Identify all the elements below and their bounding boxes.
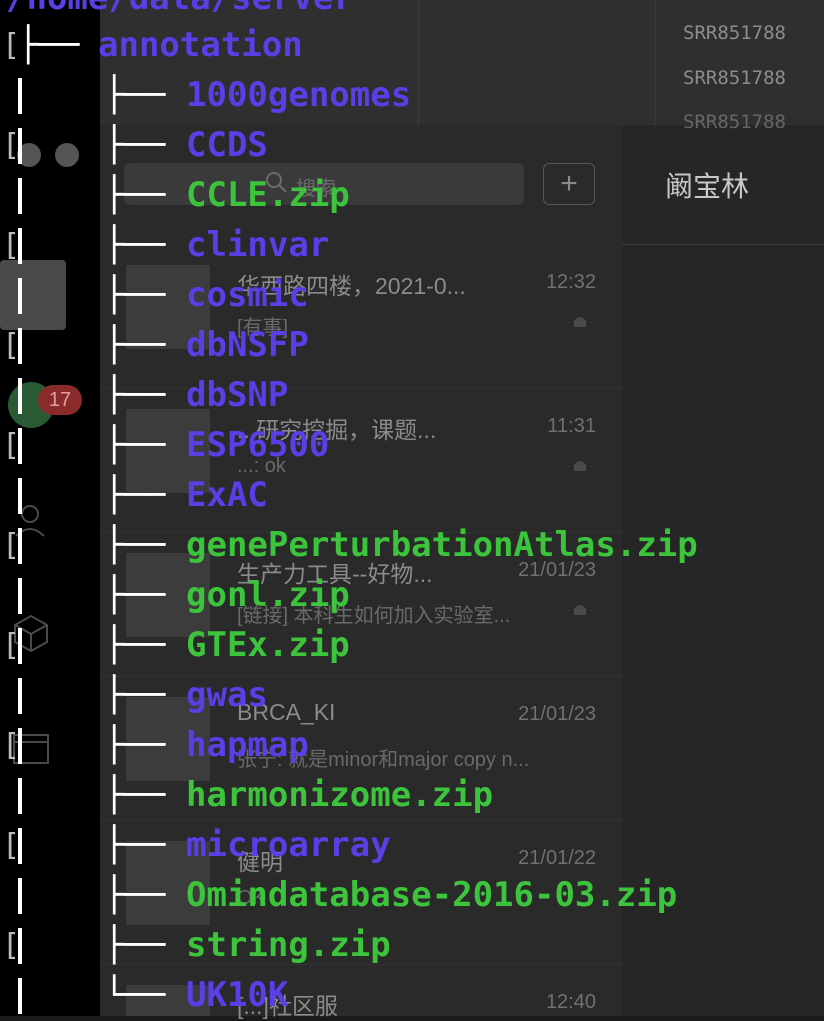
tree-vertical-line bbox=[18, 578, 22, 614]
tree-branch: ├── bbox=[104, 725, 166, 765]
tree-branch: ├── bbox=[104, 375, 166, 415]
tree-branch: ├── bbox=[104, 825, 166, 865]
tree-vertical-line bbox=[18, 278, 22, 314]
tree-dir-entry: cosmic bbox=[186, 275, 309, 315]
tree-branch: ├── bbox=[104, 525, 166, 565]
tree-entry-row: [├── CCDS bbox=[0, 120, 824, 170]
tree-dir-entry: CCDS bbox=[186, 125, 268, 165]
tree-entry-row: ├── cosmic bbox=[0, 270, 824, 320]
tree-file-entry: CCLE.zip bbox=[186, 175, 350, 215]
tree-dir-entry: hapmap bbox=[186, 725, 309, 765]
tree-entry-row: [├── clinvar bbox=[0, 220, 824, 270]
tree-dir-entry: clinvar bbox=[186, 225, 330, 265]
tree-dir-entry: dbSNP bbox=[186, 375, 289, 415]
tree-entry-row: [├── microarray bbox=[0, 820, 824, 870]
tree-root-path: /home/data/server bbox=[6, 0, 354, 18]
tree-vertical-line bbox=[18, 528, 22, 564]
tree-file-entry: string.zip bbox=[186, 925, 391, 965]
tree-entry-row: [├── genePerturbationAtlas.zip bbox=[0, 520, 824, 570]
tree-branch: ├── bbox=[104, 675, 166, 715]
tree-vertical-line bbox=[18, 328, 22, 364]
tree-file-entry: harmonizome.zip bbox=[186, 775, 494, 815]
tree-branch: ├── bbox=[104, 325, 166, 365]
tree-vertical-line bbox=[18, 878, 22, 914]
tree-vertical-line bbox=[18, 228, 22, 264]
tree-entry-row: ├── dbSNP bbox=[0, 370, 824, 420]
tree-file-entry: genePerturbationAtlas.zip bbox=[186, 525, 698, 565]
tree-root-name: annotation bbox=[98, 25, 303, 65]
tree-entry-row: ├── gwas bbox=[0, 670, 824, 720]
tree-entry-row: ├── ExAC bbox=[0, 470, 824, 520]
tree-entry-row: └── UK10K bbox=[0, 970, 824, 1020]
tree-vertical-line bbox=[18, 378, 22, 414]
tree-entry-row: [├── GTEx.zip bbox=[0, 620, 824, 670]
tree-branch: ├── bbox=[104, 775, 166, 815]
tree-branch: └── bbox=[104, 975, 166, 1015]
tree-dir-entry: ESP6500 bbox=[186, 425, 330, 465]
tree-dir-entry: gwas bbox=[186, 675, 268, 715]
tree-branch: ├── bbox=[104, 875, 166, 915]
tree-dir-entry: ExAC bbox=[186, 475, 268, 515]
tree-branch: ├── bbox=[104, 425, 166, 465]
tree-vertical-line bbox=[18, 478, 22, 514]
tree-file-entry: GTEx.zip bbox=[186, 625, 350, 665]
tree-dir-entry: UK10K bbox=[186, 975, 289, 1015]
tree-branch: ├── bbox=[104, 175, 166, 215]
tree-entry-row: ├── harmonizome.zip bbox=[0, 770, 824, 820]
tree-entry-row: ├── Omindatabase-2016-03.zip bbox=[0, 870, 824, 920]
tree-root-row: [ ├── annotation bbox=[0, 20, 824, 70]
tree-branch: ├── bbox=[104, 475, 166, 515]
tree-branch: ├── bbox=[104, 625, 166, 665]
tree-file-entry: Omindatabase-2016-03.zip bbox=[186, 875, 678, 915]
tree-vertical-line bbox=[18, 178, 22, 214]
tree-branch: ├── bbox=[104, 125, 166, 165]
tree-entry-row: [├── hapmap bbox=[0, 720, 824, 770]
terminal-tree-output: /home/data/server [ ├── annotation ├── 10… bbox=[0, 0, 824, 1016]
tree-vertical-line bbox=[18, 428, 22, 464]
tree-vertical-line bbox=[18, 728, 22, 764]
tree-vertical-line bbox=[18, 978, 22, 1014]
tree-vertical-line bbox=[18, 928, 22, 964]
tree-dir-entry: 1000genomes bbox=[186, 75, 412, 115]
tree-entry-row: [├── ESP6500 bbox=[0, 420, 824, 470]
tree-dir-entry: microarray bbox=[186, 825, 391, 865]
tree-vertical-line bbox=[18, 678, 22, 714]
tree-branch: ├── bbox=[104, 275, 166, 315]
tree-vertical-line bbox=[18, 78, 22, 114]
tree-branch: ├── bbox=[104, 75, 166, 115]
tree-branch: ├── bbox=[104, 925, 166, 965]
tree-entry-row: [├── string.zip bbox=[0, 920, 824, 970]
tree-file-entry: gonl.zip bbox=[186, 575, 350, 615]
tree-dir-entry: dbNSFP bbox=[186, 325, 309, 365]
tree-entry-row: ├── CCLE.zip bbox=[0, 170, 824, 220]
tree-entry-row: ├── 1000genomes bbox=[0, 70, 824, 120]
tree-vertical-line bbox=[18, 628, 22, 664]
tree-vertical-line bbox=[18, 828, 22, 864]
tree-vertical-line bbox=[18, 778, 22, 814]
tree-entry-row: ├── gonl.zip bbox=[0, 570, 824, 620]
tree-vertical-line bbox=[18, 128, 22, 164]
tree-branch: ├── bbox=[104, 225, 166, 265]
tree-branch: ├── bbox=[104, 575, 166, 615]
tree-entry-row: [├── dbNSFP bbox=[0, 320, 824, 370]
tree-branch: ├── bbox=[18, 25, 80, 65]
